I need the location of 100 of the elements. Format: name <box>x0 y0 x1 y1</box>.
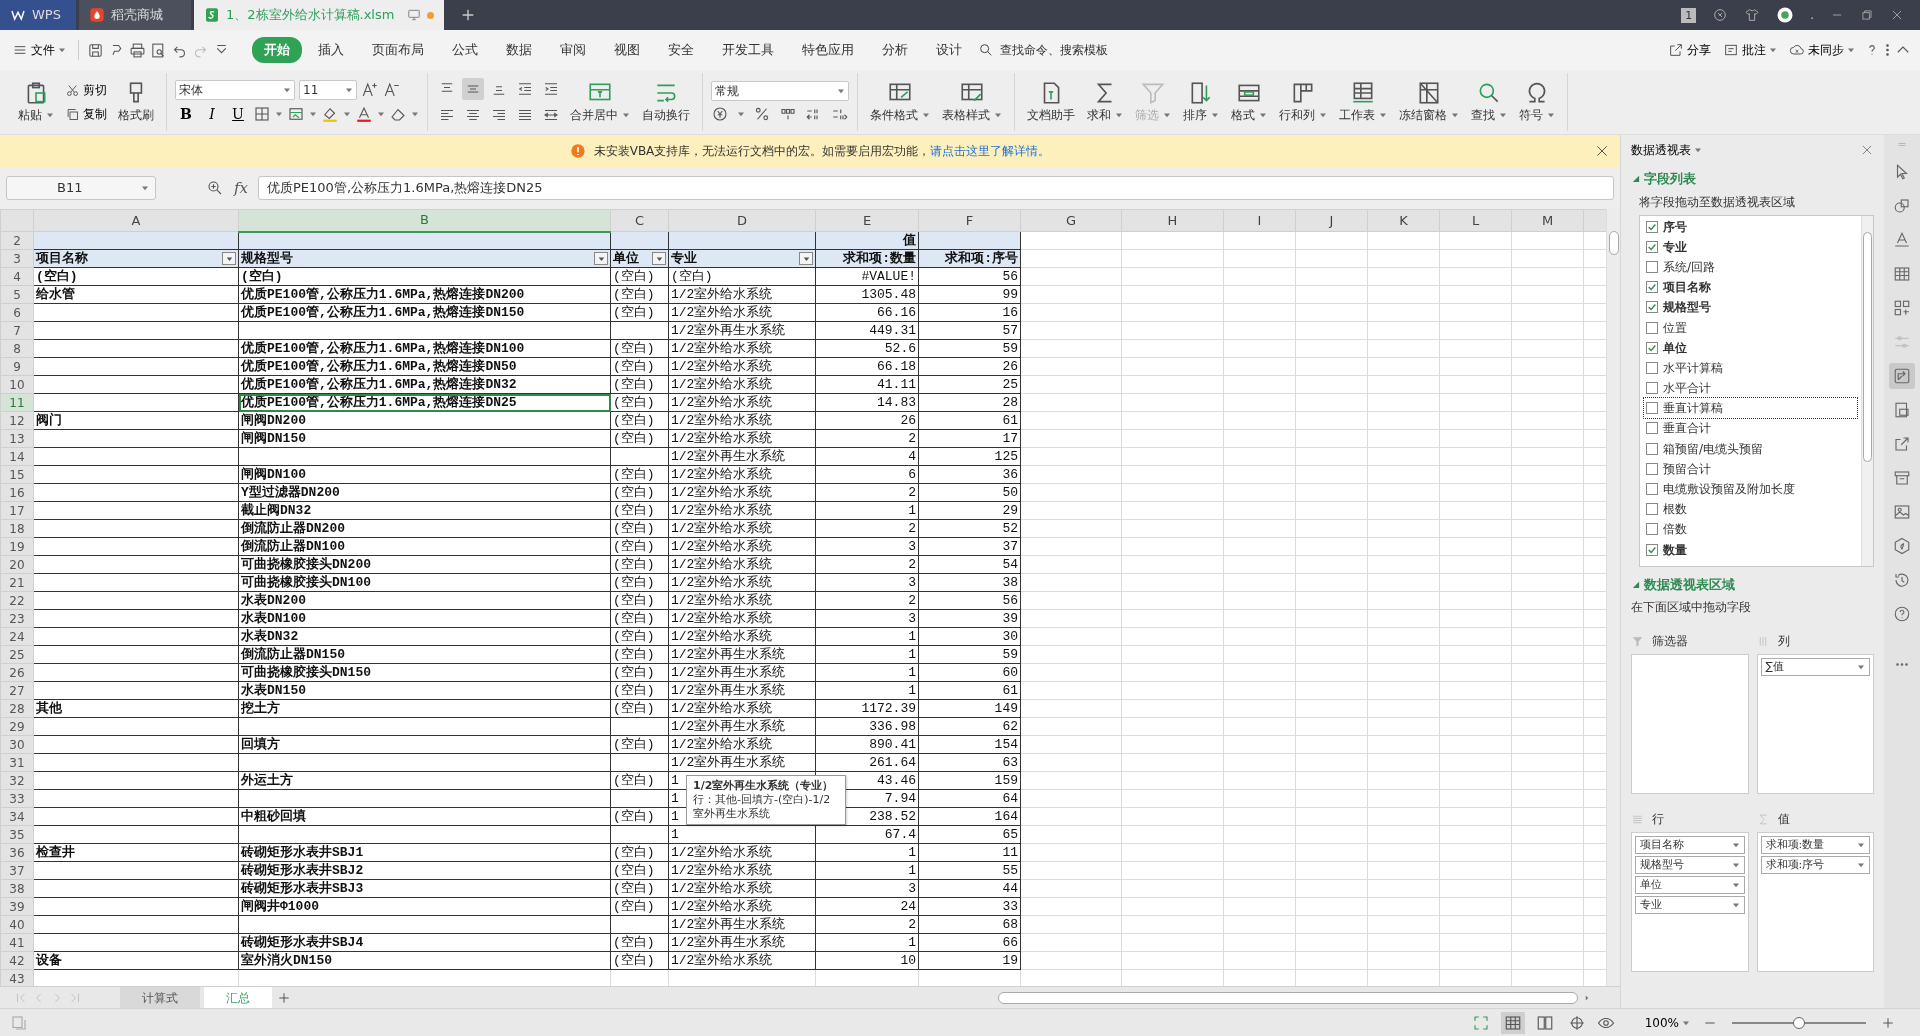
filter-dropdown-button[interactable] <box>799 252 813 265</box>
close-icon[interactable] <box>1890 8 1904 22</box>
toolbar-button[interactable]: 条件格式 <box>866 78 934 126</box>
field-chip[interactable]: 单位 <box>1635 876 1745 894</box>
table-cell[interactable]: 中粗砂回填 <box>238 807 611 826</box>
filter-dropdown-button[interactable] <box>652 252 666 265</box>
table-cell[interactable]: 1/2室外给水系统 <box>668 609 816 628</box>
table-cell[interactable]: (空白) <box>610 897 669 916</box>
table-cell[interactable]: Y型过滤器DN200 <box>238 483 611 502</box>
table-cell[interactable]: 砖砌矩形水表井SBJ2 <box>238 861 611 880</box>
table-cell[interactable]: (空白) <box>610 357 669 376</box>
table-cell[interactable]: 优质PE100管,公称压力1.6MPa,热熔连接DN200 <box>238 285 611 304</box>
side-tool-button[interactable] <box>1889 363 1915 389</box>
table-cell[interactable]: 3 <box>815 879 919 898</box>
field-row[interactable]: 预留合计 <box>1644 458 1857 479</box>
table-cell[interactable]: 1/2室外给水系统 <box>668 699 816 718</box>
table-cell[interactable]: 2 <box>815 519 919 538</box>
column-header[interactable]: I <box>1223 209 1296 232</box>
toolbar-button[interactable]: 未同步 <box>1785 39 1859 61</box>
table-cell[interactable]: 1/2室外给水系统 <box>668 393 816 412</box>
collapse-triangle-icon[interactable] <box>1631 174 1640 184</box>
checkbox[interactable] <box>1646 503 1658 516</box>
field-row[interactable]: 电缆敷设预留及附加长度 <box>1644 478 1857 500</box>
table-cell[interactable]: 33 <box>918 897 1021 916</box>
table-cell[interactable]: (空白) <box>238 267 611 286</box>
table-cell[interactable]: 44 <box>918 879 1021 898</box>
table-cell[interactable]: 优质PE100管,公称压力1.6MPa,热熔连接DN25 <box>238 393 611 412</box>
table-cell[interactable]: (空白) <box>610 285 669 304</box>
column-header[interactable]: A <box>33 209 239 232</box>
table-cell[interactable]: 1 <box>815 501 919 520</box>
table-cell[interactable]: 1/2室外给水系统 <box>668 303 816 322</box>
table-cell[interactable]: 1/2室外给水系统 <box>668 357 816 376</box>
toolbar-button[interactable]: 合并居中 <box>566 78 634 126</box>
plus-icon[interactable] <box>460 7 476 23</box>
checkbox[interactable] <box>1646 260 1658 273</box>
table-cell[interactable]: (空白) <box>610 465 669 484</box>
table-cell[interactable]: 闸阀DN150 <box>238 429 611 448</box>
toolbar-button[interactable]: I <box>201 104 223 124</box>
table-cell[interactable]: 倒流防止器DN150 <box>238 645 611 664</box>
vertical-scrollbar[interactable] <box>1606 209 1620 986</box>
table-cell[interactable]: (空白) <box>610 663 669 682</box>
table-cell[interactable]: 倒流防止器DN100 <box>238 537 611 556</box>
table-cell[interactable]: 65 <box>918 825 1021 844</box>
drop-zone[interactable]: 求和项:数量 求和项:序号 <box>1756 832 1874 972</box>
table-cell[interactable]: (空白) <box>610 483 669 502</box>
checkbox[interactable] <box>1646 483 1658 496</box>
shirt-icon[interactable] <box>1744 7 1761 23</box>
table-cell[interactable]: 1/2室外给水系统 <box>668 465 816 484</box>
table-cell[interactable]: 1 <box>815 645 919 664</box>
table-cell[interactable]: (空白) <box>33 267 239 286</box>
table-cell[interactable]: 60 <box>918 663 1021 682</box>
field-row[interactable]: 规格型号 <box>1644 297 1857 318</box>
table-cell[interactable]: 回填方 <box>238 735 611 754</box>
table-cell[interactable]: 闸阀DN200 <box>238 411 611 430</box>
column-header[interactable]: K <box>1367 209 1440 232</box>
name-box[interactable]: B11 <box>6 176 156 200</box>
checkbox[interactable] <box>1646 462 1658 475</box>
table-cell[interactable]: 38 <box>918 573 1021 592</box>
table-cell[interactable]: 68 <box>918 915 1021 934</box>
table-cell[interactable]: 1/2室外给水系统 <box>668 519 816 538</box>
table-cell[interactable]: (空白) <box>610 393 669 412</box>
table-cell[interactable]: 56 <box>918 591 1021 610</box>
menu-tab[interactable]: 数据 <box>494 37 544 63</box>
collapse-triangle-icon[interactable] <box>1631 579 1640 589</box>
field-row[interactable]: 垂直计算稿 <box>1644 398 1857 419</box>
column-header[interactable]: H <box>1121 209 1224 232</box>
table-cell[interactable]: 29 <box>918 501 1021 520</box>
table-cell[interactable]: (空白) <box>610 519 669 538</box>
table-cell[interactable]: 1/2室外再生水系统 <box>668 753 816 772</box>
checkbox[interactable] <box>1646 301 1658 314</box>
table-cell[interactable]: (空白) <box>610 699 669 718</box>
table-cell[interactable]: 890.41 <box>815 735 919 754</box>
table-cell[interactable]: 1/2室外给水系统 <box>668 339 816 358</box>
table-cell[interactable]: 其他 <box>33 699 239 718</box>
field-row[interactable]: 数量 <box>1644 539 1857 560</box>
field-row[interactable]: 根数 <box>1644 499 1857 520</box>
table-cell[interactable]: #VALUE! <box>815 267 919 286</box>
print-icon[interactable] <box>129 41 146 59</box>
table-cell[interactable]: 125 <box>918 447 1021 466</box>
table-cell[interactable]: (空白) <box>610 411 669 430</box>
toolbar-button[interactable]: 文档助手 <box>1023 78 1079 126</box>
table-cell[interactable]: (空白) <box>610 375 669 394</box>
table-cell[interactable]: 57 <box>918 321 1021 340</box>
column-header[interactable]: L <box>1439 209 1512 232</box>
table-cell[interactable]: (空白) <box>610 339 669 358</box>
table-cell[interactable]: 水表DN100 <box>238 609 611 628</box>
grow-font-icon[interactable] <box>361 81 379 99</box>
table-cell[interactable]: (空白) <box>610 303 669 322</box>
table-cell[interactable]: 1/2室外再生水系统 <box>668 321 816 340</box>
table-cell[interactable]: 14.83 <box>815 393 919 412</box>
toolbar-button[interactable]: 查找 <box>1467 78 1511 126</box>
table-cell[interactable]: (空白) <box>610 645 669 664</box>
table-cell[interactable]: 63 <box>918 753 1021 772</box>
table-cell[interactable]: 62 <box>918 717 1021 736</box>
vertical-scrollbar[interactable] <box>1861 215 1873 566</box>
table-cell[interactable]: 1/2室外给水系统 <box>668 555 816 574</box>
table-cell[interactable]: 1/2室外再生水系统 <box>668 645 816 664</box>
percent-icon[interactable] <box>753 105 771 123</box>
menu-tab[interactable]: 分析 <box>870 37 920 63</box>
restore-icon[interactable] <box>1860 8 1874 22</box>
